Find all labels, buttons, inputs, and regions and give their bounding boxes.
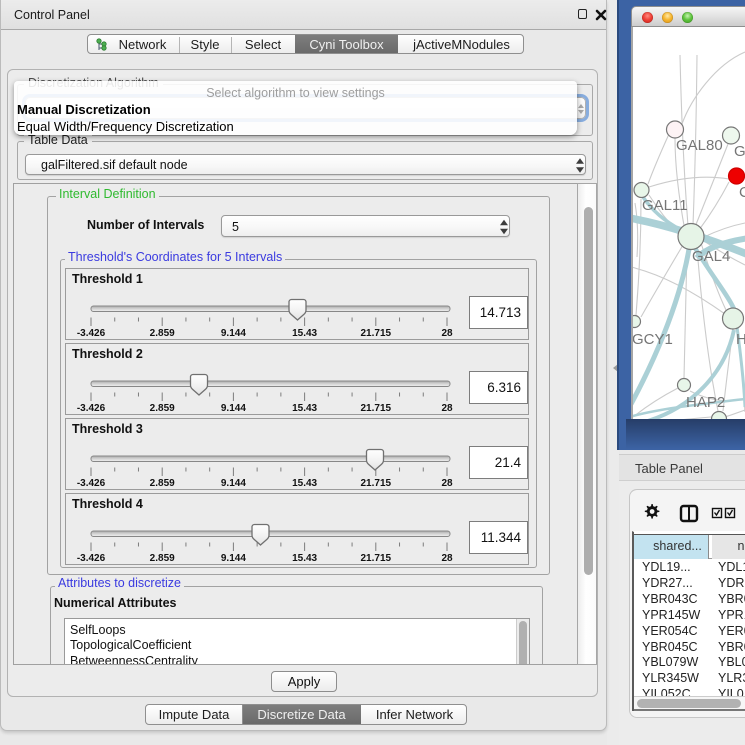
svg-text:2.859: 2.859 <box>150 478 175 489</box>
svg-text:GAL4: GAL4 <box>692 248 730 265</box>
svg-text:2.859: 2.859 <box>150 328 175 339</box>
svg-text:28: 28 <box>441 403 453 414</box>
svg-text:9.144: 9.144 <box>221 328 246 339</box>
svg-text:21.715: 21.715 <box>361 403 392 414</box>
svg-text:GAL80: GAL80 <box>676 137 723 154</box>
svg-text:GCY1: GCY1 <box>633 331 673 348</box>
svg-text:-3.426: -3.426 <box>77 328 106 339</box>
svg-text:-3.426: -3.426 <box>77 553 106 564</box>
svg-text:21.715: 21.715 <box>361 328 392 339</box>
svg-text:21.715: 21.715 <box>361 553 392 564</box>
svg-text:28: 28 <box>441 478 453 489</box>
svg-text:15.43: 15.43 <box>292 553 317 564</box>
svg-text:15.43: 15.43 <box>292 403 317 414</box>
svg-text:2.859: 2.859 <box>150 403 175 414</box>
svg-text:15.43: 15.43 <box>292 328 317 339</box>
svg-text:H: H <box>736 331 745 348</box>
svg-text:-3.426: -3.426 <box>77 478 106 489</box>
svg-text:15.43: 15.43 <box>292 478 317 489</box>
svg-text:9.144: 9.144 <box>221 553 246 564</box>
svg-text:21.715: 21.715 <box>361 478 392 489</box>
svg-text:9.144: 9.144 <box>221 478 246 489</box>
svg-text:HAP2: HAP2 <box>686 394 725 411</box>
svg-text:2.859: 2.859 <box>150 553 175 564</box>
svg-text:GAL11: GAL11 <box>642 197 688 214</box>
svg-text:28: 28 <box>441 553 453 564</box>
svg-text:28: 28 <box>441 328 453 339</box>
svg-text:GA: GA <box>734 143 745 160</box>
svg-text:C: C <box>739 184 745 201</box>
svg-text:-3.426: -3.426 <box>77 403 106 414</box>
svg-text:9.144: 9.144 <box>221 403 246 414</box>
